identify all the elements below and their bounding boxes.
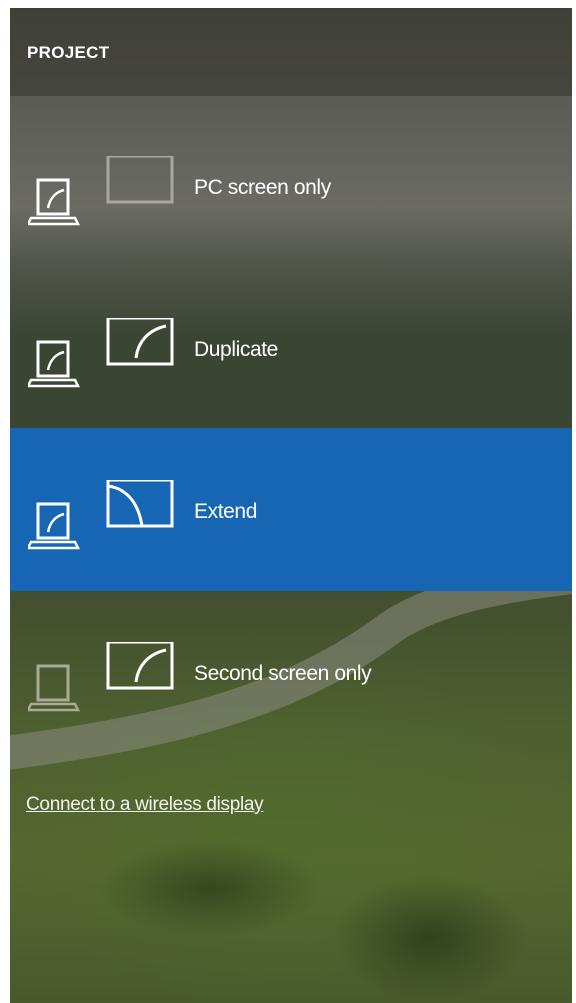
panel-header: PROJECT [10,8,572,96]
option-duplicate[interactable]: Duplicate [10,266,572,429]
option-label-second-screen-only: Second screen only [194,662,372,685]
option-label-pc-screen-only: PC screen only [194,176,331,199]
connect-wireless-display-link[interactable]: Connect to a wireless display [26,794,264,816]
duplicate-icon [28,318,174,388]
option-label-duplicate: Duplicate [194,338,278,361]
pc-screen-only-icon [28,156,174,226]
option-label-extend: Extend [194,500,257,523]
option-extend[interactable]: Extend [10,428,572,591]
option-second-screen-only[interactable]: Second screen only [10,590,572,753]
panel-title: PROJECT [27,43,110,62]
second-screen-only-icon [28,642,174,712]
option-pc-screen-only[interactable]: PC screen only [10,104,572,267]
extend-icon [28,480,174,550]
project-panel: PROJECT PC screen only Duplicate Extend … [10,8,572,1003]
